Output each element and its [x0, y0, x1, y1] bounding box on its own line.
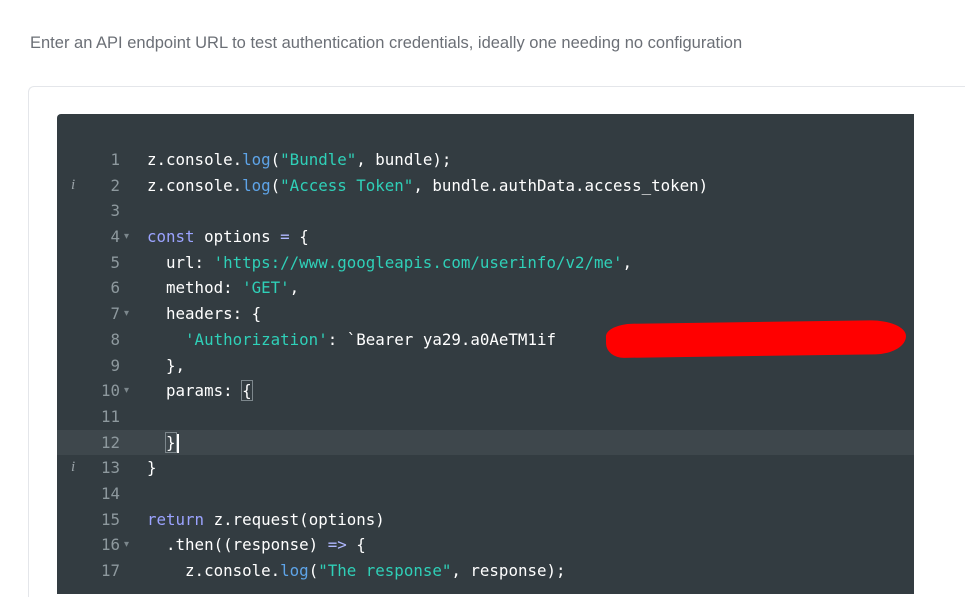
code-text[interactable]: url: 'https://www.googleapis.com/userinf…	[147, 250, 632, 276]
code-line[interactable]: 5 url: 'https://www.googleapis.com/useri…	[57, 250, 914, 276]
code-token: }	[147, 458, 157, 478]
code-token: (	[270, 150, 281, 169]
code-line[interactable]: 14	[57, 481, 914, 507]
code-token: },	[147, 355, 186, 375]
line-number: 5	[110, 252, 120, 272]
code-text[interactable]: z.console.log("Access Token", bundle.aut…	[147, 173, 708, 199]
code-line[interactable]: 9 },	[57, 353, 914, 379]
code-token: "Bundle"	[280, 150, 357, 169]
instruction-text: Enter an API endpoint URL to test authen…	[30, 34, 743, 52]
code-token: options	[194, 227, 281, 247]
line-number: 11	[100, 406, 120, 426]
code-token: url:	[147, 252, 214, 272]
code-token: const	[147, 227, 195, 247]
code-token: params:	[147, 381, 243, 401]
line-number: 8	[110, 329, 120, 349]
line-number: 17	[100, 561, 120, 580]
code-line[interactable]: i 13}	[57, 455, 914, 481]
code-line[interactable]: 4 ▾ const options = {	[57, 224, 914, 250]
code-token: {	[241, 380, 253, 402]
code-token: (	[270, 175, 281, 195]
code-token: 'GET'	[242, 278, 290, 298]
code-token: method:	[147, 278, 243, 298]
code-line[interactable]: 11	[57, 404, 914, 430]
code-token: , bundle);	[356, 150, 452, 169]
code-token: z.request(options)	[204, 509, 385, 529]
fold-toggle-icon[interactable]: ▾	[124, 224, 134, 250]
line-number: 12	[100, 432, 120, 452]
line-number: 15	[100, 509, 120, 529]
code-text[interactable]: params: {	[147, 378, 253, 404]
code-line[interactable]: 16 ▾ .then((response) => {	[57, 532, 914, 558]
code-text[interactable]: z.console.log("Bundle", bundle);	[147, 147, 451, 173]
code-token: z.console.	[147, 561, 281, 580]
code-text[interactable]: },	[147, 353, 185, 379]
fold-toggle-icon[interactable]: ▾	[124, 532, 134, 558]
code-token: .then((response)	[147, 535, 328, 555]
line-number: 1	[110, 150, 120, 169]
code-token: , bundle.authData.access_token)	[413, 175, 709, 195]
code-token: log	[280, 561, 309, 580]
code-token: "The response"	[318, 561, 452, 580]
code-token: =	[280, 227, 290, 247]
redaction-mark	[605, 319, 907, 359]
code-token: =>	[327, 535, 347, 555]
code-token: z.console.	[147, 150, 243, 169]
code-line[interactable]: 6 method: 'GET',	[57, 275, 914, 301]
line-number: 6	[110, 278, 120, 298]
code-token: return	[147, 509, 205, 529]
code-line[interactable]: 10 ▾ params: {	[57, 378, 914, 404]
line-number: 14	[100, 483, 120, 503]
code-token: z.console.	[147, 175, 243, 195]
code-text[interactable]: }	[147, 430, 179, 456]
code-line[interactable]: 15 return z.request(options)	[57, 507, 914, 533]
code-text[interactable]: .then((response) => {	[147, 532, 366, 558]
code-token: 'Authorization'	[185, 329, 328, 349]
line-number: 2	[110, 175, 120, 195]
code-text[interactable]: method: 'GET',	[147, 275, 299, 301]
line-number: 16	[100, 535, 120, 555]
code-token: "Access Token"	[280, 175, 414, 195]
line-number: 10	[100, 381, 120, 401]
code-text[interactable]: }	[147, 455, 157, 481]
code-text[interactable]: return z.request(options)	[147, 507, 385, 533]
code-token: ,	[289, 278, 300, 298]
code-token: ,	[622, 252, 633, 272]
code-lines[interactable]: 1 z.console.log("Bundle", bundle); i 2 z.con…	[57, 147, 914, 584]
code-line[interactable]: 1 z.console.log("Bundle", bundle);	[57, 147, 914, 173]
code-text[interactable]: headers: {	[147, 301, 261, 327]
code-text[interactable]: z.console.log("The response", response);	[147, 558, 566, 584]
code-text[interactable]: const options = {	[147, 224, 309, 250]
line-number: 3	[110, 201, 120, 221]
code-token: , response);	[451, 561, 566, 580]
code-line[interactable]: i 2 z.console.log("Access Token", bundle.a…	[57, 173, 914, 199]
code-token: (	[308, 561, 319, 580]
code-token: log	[242, 150, 271, 169]
line-number: 4	[110, 227, 120, 247]
line-number: 9	[110, 355, 120, 375]
code-token: : `Bearer ya29.a0AeTM1if	[327, 329, 556, 349]
code-line[interactable]: 3	[57, 198, 914, 224]
text-cursor	[176, 433, 179, 453]
code-token: }	[165, 431, 177, 453]
code-token: log	[242, 175, 271, 195]
code-token: {	[346, 535, 366, 555]
fold-toggle-icon[interactable]: ▾	[124, 378, 134, 404]
code-line[interactable]: 12 }	[57, 429, 914, 456]
code-token: headers: {	[147, 304, 262, 324]
fold-toggle-icon[interactable]: ▾	[124, 301, 134, 327]
line-number: 13	[100, 458, 120, 478]
line-number: 7	[110, 304, 120, 324]
code-token: {	[289, 227, 309, 247]
code-token: 'https://www.googleapis.com/userinfo/v2/…	[213, 252, 623, 272]
code-line[interactable]: 17 z.console.log("The response", respons…	[57, 558, 914, 584]
